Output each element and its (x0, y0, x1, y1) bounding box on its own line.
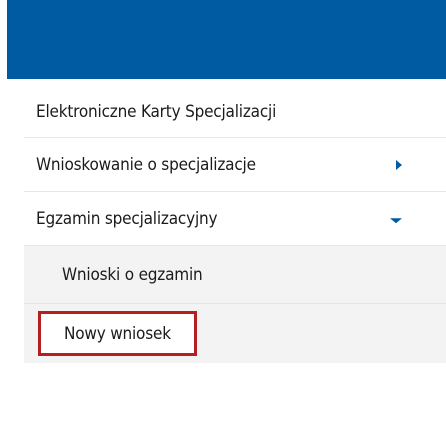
submenu-item-exam-applications[interactable]: Wnioski o egzamin (24, 246, 446, 304)
menu-item-specialization-exam[interactable]: Egzamin specjalizacyjny (24, 192, 446, 246)
submenu-item-label: Nowy wniosek (64, 323, 171, 344)
menu-item-specialization-applications[interactable]: Wnioskowanie o specjalizacje (24, 138, 446, 192)
menu-item-label: Wnioskowanie o specjalizacje (36, 154, 256, 175)
submenu-item-label: Wnioski o egzamin (62, 264, 203, 285)
side-menu: Elektroniczne Karty Specjalizacji Wniosk… (24, 87, 446, 363)
new-application-highlight[interactable]: Nowy wniosek (38, 311, 197, 356)
menu-item-label: Egzamin specjalizacyjny (36, 208, 218, 229)
chevron-right-icon (396, 159, 402, 170)
submenu-item-new-application[interactable]: Nowy wniosek (24, 304, 446, 363)
chevron-down-icon (390, 217, 402, 223)
exam-submenu: Wnioski o egzamin Nowy wniosek (24, 246, 446, 363)
menu-item-label: Elektroniczne Karty Specjalizacji (36, 102, 277, 122)
menu-item-electronic-specialization-cards[interactable]: Elektroniczne Karty Specjalizacji (24, 87, 446, 138)
top-header-bar (7, 0, 446, 79)
